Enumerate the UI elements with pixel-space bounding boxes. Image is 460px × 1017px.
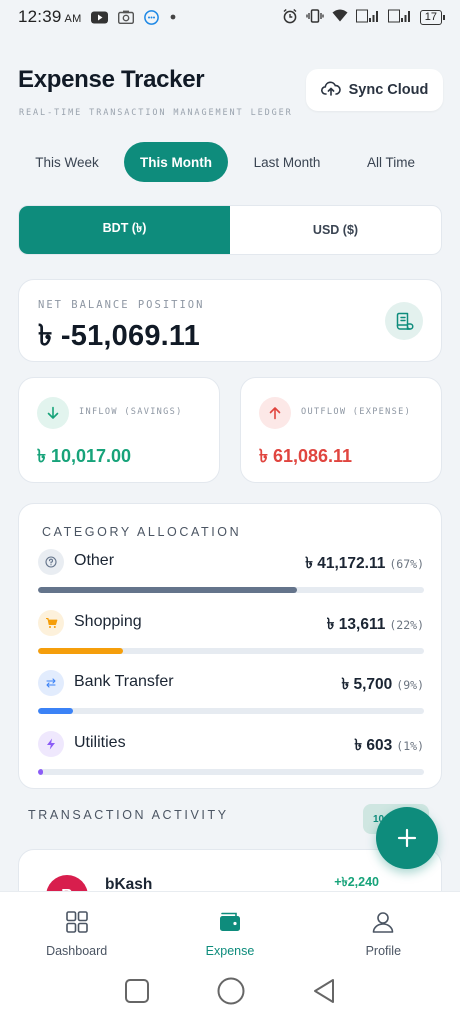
- category-progress-track: [38, 648, 424, 654]
- category-allocation-card: CATEGORY ALLOCATION Other ৳ 41,172.11 (67…: [18, 503, 442, 789]
- alarm-icon: [282, 8, 298, 27]
- net-balance-label: NET BALANCE POSITION: [38, 299, 205, 311]
- category-progress-track: [38, 708, 424, 714]
- system-navigation-bar: [0, 969, 460, 1017]
- user-icon: [371, 910, 395, 937]
- category-item-other[interactable]: Other ৳ 41,172.11 (67%): [38, 549, 424, 597]
- category-progress-track: [38, 587, 424, 593]
- nav-item-dashboard[interactable]: Dashboard: [0, 892, 153, 969]
- grid-icon: [65, 910, 89, 937]
- net-balance-value: ৳ -51,069.11: [38, 320, 200, 352]
- nav-label: Expense: [205, 944, 255, 958]
- battery-indicator: 17: [419, 9, 446, 25]
- plus-icon: [397, 828, 417, 848]
- inflow-label: INFLOW (SAVINGS): [79, 407, 183, 417]
- wifi-icon: [332, 9, 348, 25]
- recent-apps-icon[interactable]: [124, 978, 150, 1009]
- period-tabs: This Week This Month Last Month All Time: [18, 142, 442, 182]
- cart-icon: [38, 610, 64, 636]
- clock: 12:39 AM: [18, 7, 82, 26]
- tab-this-week[interactable]: This Week: [18, 142, 116, 182]
- nav-item-expense[interactable]: Expense: [153, 892, 306, 969]
- vibrate-icon: [306, 8, 324, 26]
- camera-icon: [118, 10, 135, 24]
- category-amount: ৳ 5,700 (9%): [341, 676, 424, 693]
- category-progress-fill: [38, 769, 43, 775]
- transaction-activity-heading: TRANSACTION ACTIVITY: [28, 808, 229, 822]
- tab-all-time[interactable]: All Time: [345, 142, 437, 182]
- outflow-card: OUTFLOW (EXPENSE) ৳ 61,086.11: [240, 377, 442, 483]
- category-name: Bank Transfer: [74, 673, 174, 690]
- tab-last-month[interactable]: Last Month: [231, 142, 343, 182]
- currency-toggle: BDT (৳) USD ($): [18, 205, 442, 255]
- cloud-upload-icon: [320, 80, 341, 100]
- page-title: Expense Tracker: [18, 66, 205, 93]
- category-name: Utilities: [74, 734, 126, 751]
- notification-dot-icon: [169, 13, 177, 21]
- wallet-icon: [218, 910, 242, 937]
- category-amount: ৳ 603 (1%): [354, 737, 424, 754]
- category-progress-fill: [38, 587, 297, 593]
- sync-cloud-label: Sync Cloud: [348, 82, 429, 98]
- back-icon[interactable]: [312, 978, 336, 1009]
- nav-label: Profile: [365, 944, 402, 958]
- outflow-label: OUTFLOW (EXPENSE): [301, 407, 412, 417]
- outflow-value: ৳ 61,086.11: [259, 446, 353, 466]
- page-subtitle: REAL-TIME TRANSACTION MANAGEMENT LEDGER: [19, 108, 293, 118]
- add-transaction-button[interactable]: [376, 807, 438, 869]
- arrow-down-icon: [37, 397, 69, 429]
- home-icon[interactable]: [217, 977, 245, 1010]
- receipt-icon[interactable]: [385, 302, 423, 340]
- category-amount: ৳ 13,611 (22%): [326, 616, 424, 633]
- bottom-nav: Dashboard Expense Profile: [0, 891, 460, 969]
- category-allocation-heading: CATEGORY ALLOCATION: [42, 525, 242, 539]
- signal-icon-2: [387, 9, 412, 26]
- nav-item-profile[interactable]: Profile: [307, 892, 460, 969]
- net-balance-card: NET BALANCE POSITION ৳ -51,069.11: [18, 279, 442, 362]
- nav-label: Dashboard: [46, 944, 108, 958]
- category-item-utilities[interactable]: Utilities ৳ 603 (1%): [38, 731, 424, 779]
- currency-usd-option[interactable]: USD ($): [230, 206, 441, 254]
- category-progress-fill: [38, 708, 73, 714]
- transfer-icon: [38, 670, 64, 696]
- inflow-card: INFLOW (SAVINGS) ৳ 10,017.00: [18, 377, 220, 483]
- category-progress-fill: [38, 648, 123, 654]
- category-item-bank-transfer[interactable]: Bank Transfer ৳ 5,700 (9%): [38, 670, 424, 718]
- category-name: Shopping: [74, 613, 142, 630]
- messenger-icon: [144, 9, 160, 25]
- arrow-up-icon: [259, 397, 291, 429]
- tab-this-month[interactable]: This Month: [124, 142, 228, 182]
- inflow-value: ৳ 10,017.00: [37, 446, 132, 466]
- youtube-icon: [91, 11, 109, 24]
- category-item-shopping[interactable]: Shopping ৳ 13,611 (22%): [38, 610, 424, 658]
- sync-cloud-button[interactable]: Sync Cloud: [306, 69, 443, 111]
- category-progress-track: [38, 769, 424, 775]
- status-bar: 12:39 AM 17: [0, 0, 460, 34]
- bolt-icon: [38, 731, 64, 757]
- category-name: Other: [74, 552, 115, 569]
- question-icon: [38, 549, 64, 575]
- signal-icon: [355, 9, 380, 26]
- currency-bdt-option[interactable]: BDT (৳): [19, 206, 230, 254]
- category-amount: ৳ 41,172.11 (67%): [305, 555, 424, 572]
